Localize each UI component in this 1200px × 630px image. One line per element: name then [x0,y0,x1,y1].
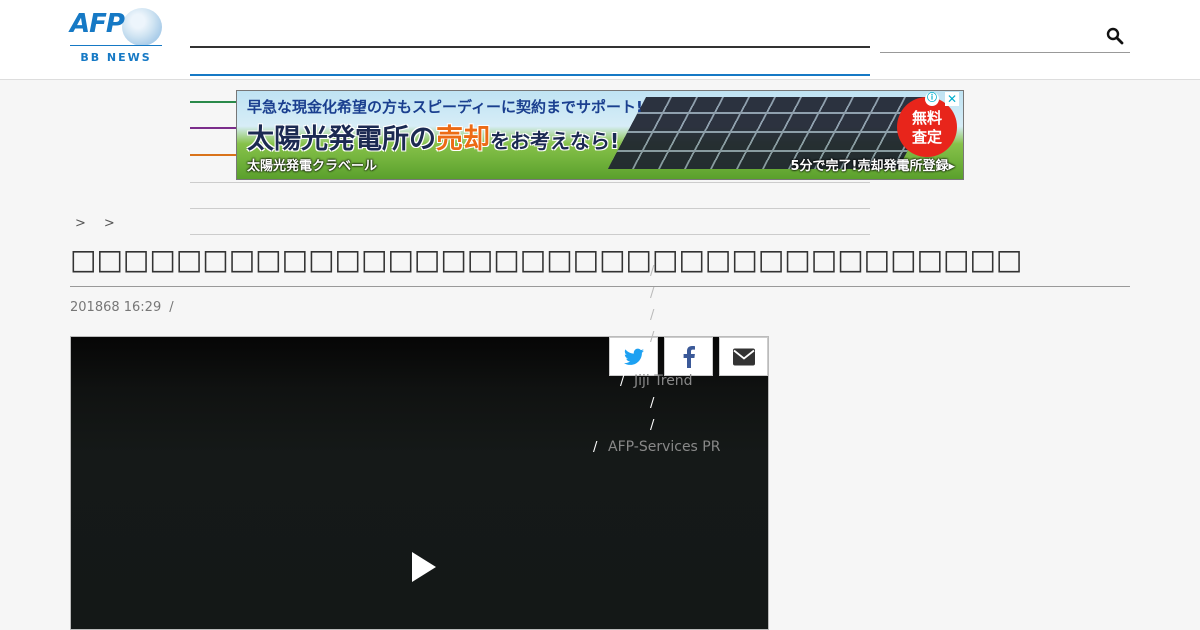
nav-line-7[interactable] [190,208,870,209]
sidebar-separator: / [650,264,655,279]
facebook-icon [683,345,695,368]
ad-headline-b: をお考えなら! [490,129,620,153]
breadcrumb-separator: > [75,216,86,231]
email-share-button[interactable] [719,337,768,376]
meta-separator: / [169,300,174,315]
logo-afp-text: AFP [70,9,125,39]
ad-headline-a: 太陽光発電所の [247,124,436,155]
search-underline [880,52,1130,53]
article-date: 201868 16:29 [70,300,162,315]
sidebar-link-afp-services-pr[interactable]: AFP-Services PR [608,439,720,455]
sidebar-separator: / [593,440,598,455]
ad-badge-line1: 無料 [911,109,942,127]
ad-close-icon[interactable]: ✕ [945,92,959,106]
site-header: AFP BB NEWS [0,0,1200,80]
ad-info-icon[interactable]: ⓘ [925,92,939,106]
sidebar-separator: / [620,374,625,389]
ad-badge-line2: 査定 [911,128,942,146]
article-title: □□□□□□□□□□□□□□□□□□□□□□□□□□□□□□□□□□□□ [70,243,1023,276]
sidebar-separator: / [650,286,655,301]
nav-line-1[interactable] [190,46,870,48]
afp-bb-news-logo[interactable]: AFP BB NEWS [70,8,162,64]
ad-top-line: 早急な現金化希望の方もスピーディーに契約までサポート! [247,98,643,116]
globe-icon [122,8,162,46]
logo-divider [70,45,162,46]
sidebar-link-jiji-trend[interactable]: Jiji Trend [634,373,693,389]
advertisement-banner[interactable]: 早急な現金化希望の方もスピーディーに契約までサポート! 太陽光発電所の売却をお考… [236,90,964,180]
sidebar-separator: / [650,330,655,345]
search-icon[interactable] [1106,27,1124,45]
twitter-icon [623,348,644,365]
nav-line-8[interactable] [190,234,870,235]
ad-free-assessment-badge: 無料 査定 [897,97,957,157]
ad-cta-link[interactable]: 5分で完了!売却発電所登録▸ [791,155,956,174]
envelope-icon [732,348,755,365]
breadcrumb-separator: > [103,216,115,231]
sidebar-separator: / [650,308,655,323]
article-meta: 201868 16:29 / [70,300,174,315]
sidebar-separator: / [650,396,655,411]
sidebar-separator: / [650,418,655,433]
title-divider [70,286,1130,287]
play-icon[interactable] [412,552,436,582]
search-input[interactable] [880,24,1104,52]
ad-headline-highlight: 売却 [436,124,490,155]
breadcrumb: > > [75,216,133,231]
nav-line-6[interactable] [190,182,870,183]
facebook-share-button[interactable] [664,337,713,376]
ad-headline: 太陽光発電所の売却をお考えなら! [247,117,619,156]
nav-line-2[interactable] [190,74,870,76]
logo-bb-news-text: BB NEWS [80,51,152,64]
ad-brand: 太陽光発電クラベール [247,159,378,174]
